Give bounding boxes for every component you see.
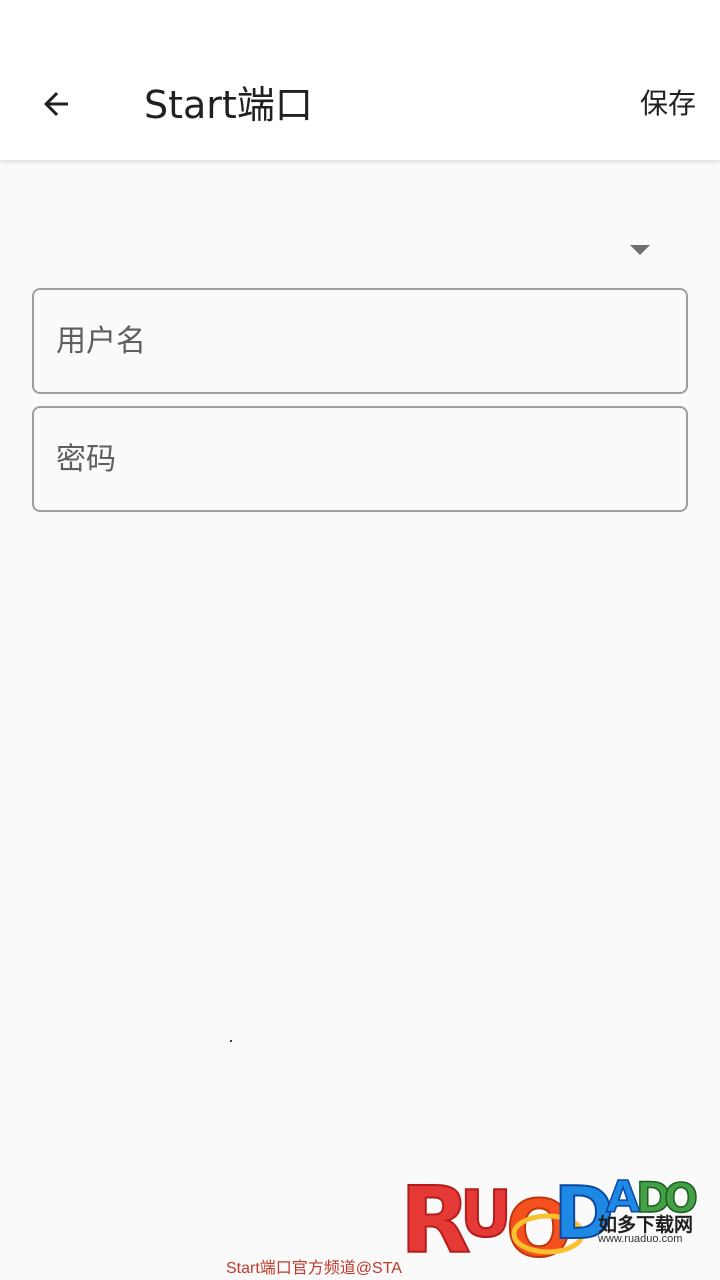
server-dropdown[interactable]: [32, 214, 688, 284]
password-input[interactable]: [56, 408, 656, 510]
svg-text:U: U: [460, 1178, 512, 1252]
page-title: Start端口: [144, 83, 313, 127]
username-input[interactable]: [56, 290, 656, 392]
username-field[interactable]: [32, 288, 688, 394]
app-bar: Start端口 保存: [0, 50, 720, 160]
save-button[interactable]: 保存: [640, 84, 696, 124]
back-button[interactable]: [24, 72, 88, 136]
caret-down-icon: [630, 245, 650, 255]
status-bar: [0, 0, 720, 50]
watermark-url: www.ruaduo.com: [598, 1233, 683, 1245]
screen-speck: [230, 1040, 232, 1042]
password-field[interactable]: [32, 406, 688, 512]
arrow-left-icon: [44, 92, 68, 116]
watermark-caption: Start端口官方频道@STA: [226, 1260, 402, 1277]
